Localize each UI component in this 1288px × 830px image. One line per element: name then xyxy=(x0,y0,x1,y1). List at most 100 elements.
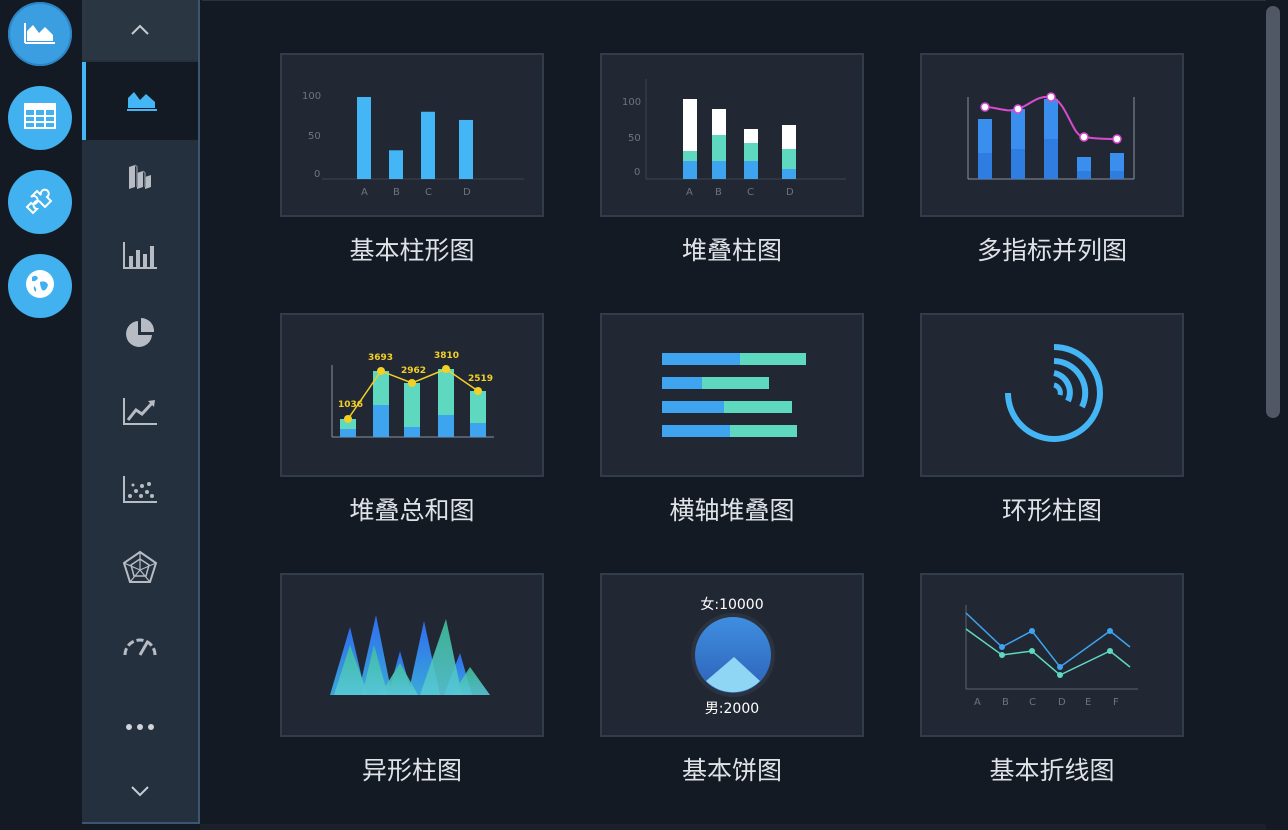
area-chart-icon xyxy=(23,19,57,49)
data-label: 3693 xyxy=(368,353,393,363)
line-trend-icon xyxy=(122,396,158,430)
xtick: C xyxy=(425,187,432,198)
xtick: B xyxy=(393,187,400,198)
data-label: 1036 xyxy=(338,400,363,410)
scroll-up-button[interactable] xyxy=(82,0,198,60)
card-label: 横轴堆叠图 xyxy=(669,496,795,525)
bar-segment xyxy=(683,161,697,179)
chart-card-ring-bar[interactable] xyxy=(920,313,1184,477)
pie-bottom-label: 男:2000 xyxy=(705,701,759,717)
rail-map-button[interactable] xyxy=(8,254,72,318)
xtick: A xyxy=(686,187,693,198)
data-label: 2962 xyxy=(401,366,426,376)
chart-card-multi-index[interactable] xyxy=(920,53,1184,217)
bar xyxy=(357,97,371,179)
xtick: C xyxy=(747,187,754,198)
xtick: C xyxy=(1029,697,1036,708)
category-sidebar xyxy=(82,0,200,824)
scrollbar-thumb[interactable] xyxy=(1266,6,1280,418)
bar xyxy=(459,119,473,179)
ytick: 100 xyxy=(622,97,641,108)
area-chart-icon xyxy=(125,86,159,116)
xtick: D xyxy=(786,187,794,198)
bar xyxy=(389,150,403,179)
more-icon xyxy=(125,716,155,735)
data-label: 3810 xyxy=(434,351,459,361)
xtick: A xyxy=(361,187,368,198)
chart-picker-window: 100 50 0 A B C D 基本柱形图 100 50 0 A B C D 堆叠柱… xyxy=(0,0,1288,830)
xtick: D xyxy=(463,187,471,198)
card-label: 基本折线图 xyxy=(989,756,1115,785)
sidebar-item-stacked[interactable] xyxy=(82,140,198,218)
xtick: D xyxy=(1058,697,1066,708)
sidebar-item-gauge[interactable] xyxy=(82,608,198,686)
card-label: 多指标并列图 xyxy=(976,236,1127,265)
card-label: 基本柱形图 xyxy=(349,236,475,265)
chart-gallery: 100 50 0 A B C D 基本柱形图 100 50 0 A B C D 堆叠柱… xyxy=(202,0,1266,824)
rail-chart-button[interactable] xyxy=(8,2,72,66)
pie-chart-icon xyxy=(124,317,156,353)
puzzle-icon xyxy=(23,183,57,221)
bar-segment xyxy=(712,109,726,135)
bar-segment xyxy=(782,149,796,169)
card-label: 异形柱图 xyxy=(361,756,462,785)
xtick: B xyxy=(1002,697,1009,708)
bar xyxy=(421,111,435,179)
scroll-down-button[interactable] xyxy=(82,760,198,822)
basic-bar-thumbnail: 100 50 0 A B C D xyxy=(302,91,524,198)
chart-card-horizontal-stacked[interactable] xyxy=(600,313,864,477)
xtick: E xyxy=(1085,697,1091,708)
horizontal-stacked-thumbnail xyxy=(662,353,806,437)
card-label: 基本饼图 xyxy=(681,756,782,785)
bar-segment xyxy=(744,161,758,179)
sidebar-item-area[interactable] xyxy=(82,62,198,140)
bar-chart-icon xyxy=(122,240,158,274)
sidebar-item-line[interactable] xyxy=(82,374,198,452)
rail-table-button[interactable] xyxy=(8,86,72,150)
chart-card-basic-line[interactable]: A B C D E F xyxy=(920,573,1184,737)
chart-card-stacked-total[interactable]: 1036 3693 2962 3810 2519 xyxy=(280,313,544,477)
bar-segment xyxy=(782,125,796,149)
basic-pie-thumbnail: 女:10000 男:2000 xyxy=(691,596,775,717)
bar-segment xyxy=(744,129,758,143)
bar-segment xyxy=(744,143,758,161)
sidebar-item-bar[interactable] xyxy=(82,218,198,296)
stacked-total-thumbnail: 1036 3693 2962 3810 2519 xyxy=(331,351,494,438)
radar-icon xyxy=(122,550,158,588)
sidebar-item-scatter[interactable] xyxy=(82,452,198,530)
bottom-divider xyxy=(200,824,1266,830)
globe-icon xyxy=(24,268,56,304)
sidebar-item-more[interactable] xyxy=(82,686,198,764)
bar-segment xyxy=(712,135,726,161)
data-label: 2519 xyxy=(468,374,493,384)
type-rail xyxy=(0,0,82,830)
ytick: 100 xyxy=(302,91,321,102)
ytick: 50 xyxy=(308,131,321,142)
multi-index-thumbnail xyxy=(967,92,1135,180)
chart-card-basic-pie[interactable]: 女:10000 男:2000 xyxy=(600,573,864,737)
rail-plugin-button[interactable] xyxy=(8,170,72,234)
ytick: 0 xyxy=(314,169,320,180)
card-label: 堆叠总和图 xyxy=(349,496,475,525)
shaped-bar-thumbnail xyxy=(330,615,490,695)
chevron-up-icon xyxy=(130,21,150,40)
sidebar-item-pie[interactable] xyxy=(82,296,198,374)
bar-segment xyxy=(712,161,726,179)
chart-card-stacked-bar[interactable]: 100 50 0 A B C D xyxy=(600,53,864,217)
bar-segment xyxy=(683,151,697,161)
ytick: 50 xyxy=(628,133,641,144)
chevron-down-icon xyxy=(130,782,150,801)
xtick: A xyxy=(974,697,981,708)
xtick: B xyxy=(715,187,722,198)
chart-card-basic-bar[interactable]: 100 50 0 A B C D xyxy=(280,53,544,217)
chart-card-shaped-bar[interactable] xyxy=(280,573,544,737)
table-icon xyxy=(24,103,56,133)
stacked-bar-3d-icon xyxy=(125,163,155,195)
xtick: F xyxy=(1113,697,1119,708)
card-label: 堆叠柱图 xyxy=(681,236,782,265)
sidebar-item-radar[interactable] xyxy=(82,530,198,608)
card-label: 环形柱图 xyxy=(1001,496,1102,525)
pie-top-label: 女:10000 xyxy=(700,596,763,613)
basic-line-thumbnail: A B C D E F xyxy=(965,605,1138,708)
bar-segment xyxy=(683,99,697,151)
